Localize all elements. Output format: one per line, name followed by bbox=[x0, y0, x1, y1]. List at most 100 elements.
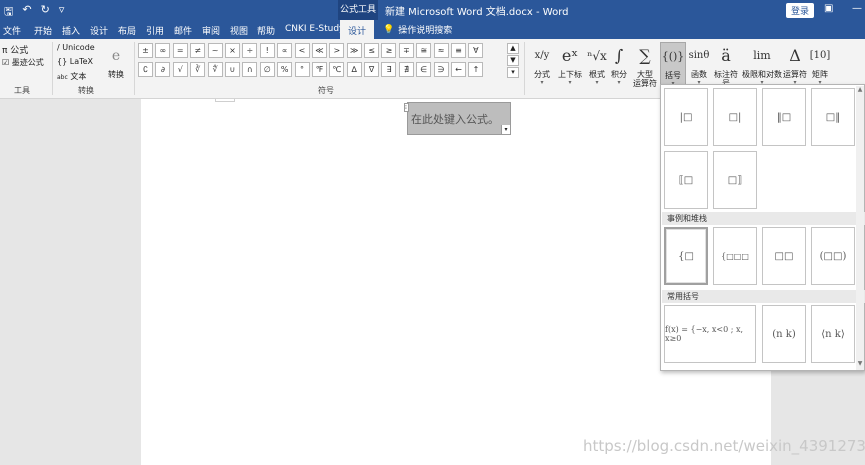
gallery-item[interactable]: ⟨n k⟩ bbox=[811, 305, 855, 363]
symbol-button[interactable]: % bbox=[277, 62, 293, 77]
gallery-item[interactable]: (□□) bbox=[811, 227, 855, 285]
symbol-button[interactable]: ! bbox=[259, 43, 275, 58]
symbol-button[interactable]: √ bbox=[172, 62, 188, 77]
tab-mailings[interactable]: 邮件 bbox=[174, 24, 192, 37]
equation-handle[interactable]: ⁝ bbox=[404, 103, 409, 112]
symbol-button[interactable]: ∄ bbox=[398, 62, 414, 77]
tab-cnki[interactable]: CNKI E-Study bbox=[285, 24, 344, 34]
radical-button[interactable]: ⁿ√x 根式 ▾ bbox=[585, 42, 609, 86]
symbol-button[interactable]: ℉ bbox=[311, 62, 327, 77]
script-button[interactable]: eˣ 上下标 ▾ bbox=[556, 42, 584, 86]
text-label: 文本 bbox=[70, 72, 87, 81]
convert-button[interactable]: e 转换 bbox=[104, 42, 128, 86]
symbol-button[interactable]: ∇ bbox=[364, 62, 380, 77]
symbol-button[interactable]: ℃ bbox=[329, 62, 345, 77]
gallery-item[interactable]: {□ bbox=[664, 227, 708, 285]
operator-icon: Δ bbox=[789, 46, 801, 65]
ribbon-display-icon[interactable]: ▣ bbox=[824, 3, 833, 14]
gallery-item[interactable]: ‖□ bbox=[762, 88, 806, 146]
symbol-button[interactable]: ∋ bbox=[433, 62, 449, 77]
symbol-button[interactable]: ∆ bbox=[346, 62, 362, 77]
gallery-scrollbar[interactable]: ▲ ▼ bbox=[856, 86, 864, 370]
large-operator-button[interactable]: ∑ 大型 运算符 bbox=[631, 42, 659, 88]
integral-button[interactable]: ∫ 积分 ▾ bbox=[608, 42, 630, 86]
symbol-button[interactable]: ~ bbox=[207, 43, 223, 58]
symbol-button[interactable]: ∃ bbox=[381, 62, 397, 77]
lightbulb-icon: 💡 bbox=[383, 24, 395, 35]
symbols-expand-button[interactable]: ▾ bbox=[507, 67, 519, 78]
symbol-button[interactable]: ≤ bbox=[364, 43, 380, 58]
tab-design[interactable]: 设计 bbox=[90, 24, 108, 37]
symbol-button[interactable]: ∪ bbox=[224, 62, 240, 77]
symbol-button[interactable]: ∝ bbox=[277, 43, 293, 58]
symbol-button[interactable]: ∓ bbox=[398, 43, 414, 58]
symbol-button[interactable]: ∛ bbox=[190, 62, 206, 77]
function-button[interactable]: sinθ 函数 ▾ bbox=[688, 42, 710, 86]
minimize-icon[interactable]: — bbox=[852, 3, 862, 14]
symbol-button[interactable]: ≪ bbox=[311, 43, 327, 58]
symbol-button[interactable]: ≈ bbox=[433, 43, 449, 58]
tab-layout[interactable]: 布局 bbox=[118, 24, 136, 37]
accent-button[interactable]: ä 标注符号▾ bbox=[711, 42, 741, 95]
text-option[interactable]: abc 文本 bbox=[57, 71, 86, 82]
symbol-button[interactable]: ∀ bbox=[468, 43, 484, 58]
symbol-button[interactable]: ≥ bbox=[381, 43, 397, 58]
symbol-button[interactable]: ≡ bbox=[451, 43, 467, 58]
tab-view[interactable]: 视图 bbox=[230, 24, 248, 37]
bracket-button[interactable]: {()} 括号▾ bbox=[660, 42, 686, 87]
matrix-button[interactable]: [10] 矩阵 ▾ bbox=[809, 42, 831, 86]
symbol-button[interactable]: ° bbox=[294, 62, 310, 77]
symbol-button[interactable]: ← bbox=[451, 62, 467, 77]
symbol-button[interactable]: ∜ bbox=[207, 62, 223, 77]
equation-button[interactable]: π 公式 bbox=[2, 43, 28, 56]
symbol-button[interactable]: ∞ bbox=[155, 43, 171, 58]
unicode-option[interactable]: / Unicode bbox=[57, 43, 95, 52]
tab-help[interactable]: 帮助 bbox=[257, 24, 275, 37]
tab-equation-design[interactable]: 设计 bbox=[340, 20, 375, 39]
gallery-item[interactable]: □‖ bbox=[811, 88, 855, 146]
gallery-item[interactable]: {□□□ bbox=[713, 227, 757, 285]
scroll-up-icon[interactable]: ▲ bbox=[856, 86, 864, 93]
latex-option[interactable]: {} LaTeX bbox=[57, 57, 93, 66]
symbol-button[interactable]: ∅ bbox=[259, 62, 275, 77]
operator-button[interactable]: Δ 运算符 ▾ bbox=[782, 42, 808, 86]
script-label: 上下标 bbox=[558, 70, 582, 79]
equation-editor[interactable]: ⁝ 在此处键入公式。 ▾ bbox=[404, 102, 511, 135]
symbol-button[interactable]: ≠ bbox=[190, 43, 206, 58]
tab-home[interactable]: 开始 bbox=[34, 24, 52, 37]
symbol-button[interactable]: ± bbox=[138, 43, 153, 58]
scroll-down-icon[interactable]: ▼ bbox=[856, 360, 864, 367]
symbol-button[interactable]: ∈ bbox=[416, 62, 432, 77]
tab-references[interactable]: 引用 bbox=[146, 24, 164, 37]
tab-review[interactable]: 审阅 bbox=[202, 24, 220, 37]
tell-me-search[interactable]: 💡 操作说明搜索 bbox=[383, 23, 452, 37]
tab-file[interactable]: 文件 bbox=[3, 24, 21, 37]
symbol-button[interactable]: ∂ bbox=[155, 62, 171, 77]
symbol-button[interactable]: ∩ bbox=[242, 62, 258, 77]
gallery-item[interactable]: (n k) bbox=[762, 305, 806, 363]
login-button[interactable]: 登录 bbox=[786, 3, 815, 18]
fraction-button[interactable]: x/y 分式 ▾ bbox=[530, 42, 554, 86]
symbol-gallery: ± ∞ = ≠ ~ × ÷! ∝ < ≪ > ≫ ≤ ≥ ∓ ≅ ≈ ≡ ∀ ∁ ∂ √ ∛ ∜ ∪ ∩ ∅% ° ℉ ℃ ∆ ∇ ∃ ∄ ∈ ∋ ← ↑ bbox=[138, 43, 508, 78]
symbol-button[interactable]: ∁ bbox=[138, 62, 153, 77]
symbol-button[interactable]: > bbox=[329, 43, 345, 58]
gallery-item[interactable]: □| bbox=[713, 88, 757, 146]
gallery-item[interactable]: □□ bbox=[762, 227, 806, 285]
limit-log-button[interactable]: lim 极限和对数 ▾ bbox=[742, 42, 782, 86]
symbol-button[interactable]: < bbox=[294, 43, 310, 58]
symbol-button[interactable]: = bbox=[172, 43, 188, 58]
symbol-button[interactable]: × bbox=[224, 43, 240, 58]
gallery-item[interactable]: |□ bbox=[664, 88, 708, 146]
gallery-item[interactable]: f(x) = {−x, x<0 ; x, x≥0 bbox=[664, 305, 756, 363]
symbol-button[interactable]: ≅ bbox=[416, 43, 432, 58]
tab-insert[interactable]: 插入 bbox=[62, 24, 80, 37]
symbol-button[interactable]: ÷ bbox=[242, 43, 258, 58]
symbols-up-button[interactable]: ▲ bbox=[507, 43, 519, 54]
gallery-item[interactable]: ⟦□ bbox=[664, 151, 708, 209]
symbol-button[interactable]: ↑ bbox=[468, 62, 484, 77]
equation-options-button[interactable]: ▾ bbox=[501, 125, 510, 134]
ink-equation-button[interactable]: ☑ 墨迹公式 bbox=[2, 57, 44, 68]
gallery-item[interactable]: □⟧ bbox=[713, 151, 757, 209]
symbols-down-button[interactable]: ▼ bbox=[507, 55, 519, 66]
symbol-button[interactable]: ≫ bbox=[346, 43, 362, 58]
